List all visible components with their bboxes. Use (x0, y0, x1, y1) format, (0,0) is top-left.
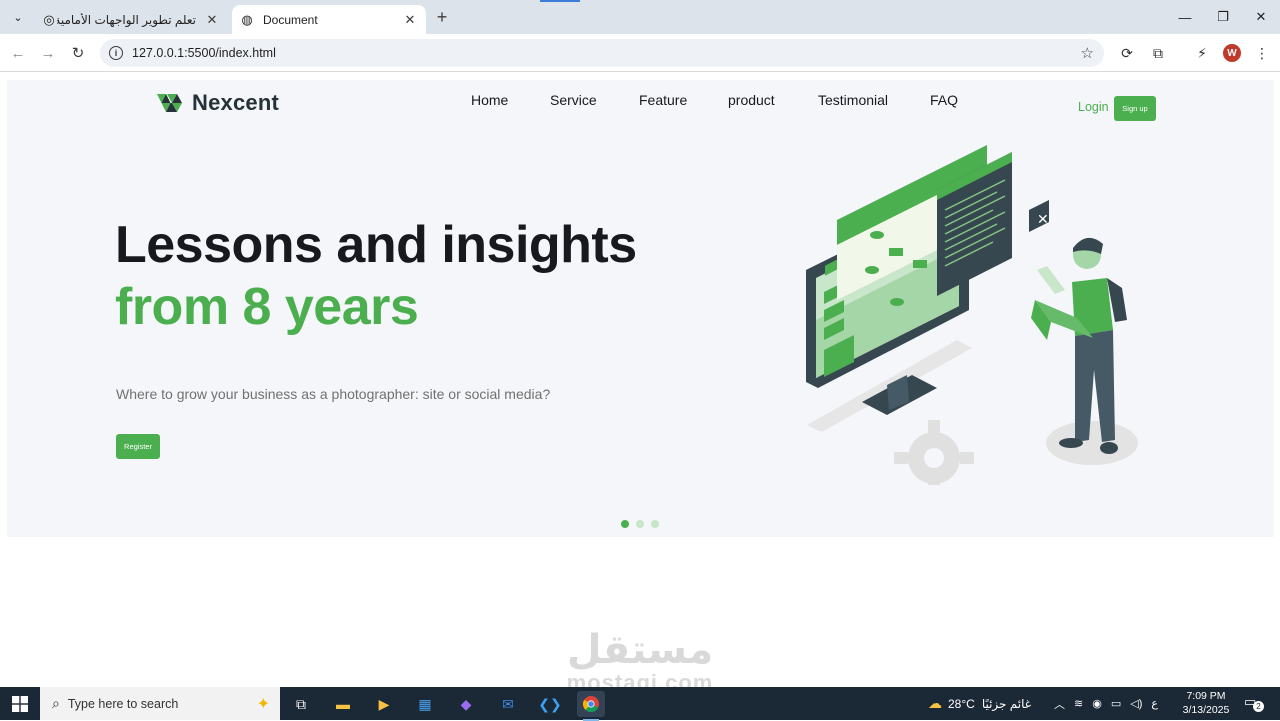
media-app-icon[interactable]: ▶ (370, 691, 398, 717)
taskbar-search[interactable]: ⌕ Type here to search ✦ (40, 687, 280, 720)
sync-icon[interactable]: ⟳ (1117, 43, 1137, 63)
browser-toolbar: ← → ↻ i 127.0.0.1:5500/index.html ☆ ⟳ ⧉ … (0, 34, 1280, 72)
close-icon[interactable]: ✕ (402, 12, 418, 28)
visual-studio-icon[interactable]: ◆ (452, 691, 480, 717)
svg-text:✕: ✕ (1037, 212, 1049, 228)
windows-logo-icon (12, 695, 28, 712)
wifi-icon[interactable]: ≋ (1074, 697, 1083, 710)
weather-cloud-icon: ☁ (928, 695, 942, 711)
address-bar[interactable]: i 127.0.0.1:5500/index.html ☆ (100, 39, 1104, 67)
reload-button[interactable]: ↻ (67, 42, 89, 64)
windows-taskbar: ⌕ Type here to search ✦ ⧉ ▬ ▶ ▦ ◆ ✉ ❮❯ ☁… (0, 687, 1280, 721)
window-close-button[interactable]: ✕ (1242, 0, 1280, 34)
register-button[interactable]: Register (116, 434, 160, 459)
tab-title: Document (263, 12, 318, 27)
nav-product[interactable]: product (728, 92, 775, 108)
site-info-icon[interactable]: i (109, 46, 123, 60)
clock-time: 7:09 PM (1186, 690, 1226, 702)
nav-feature[interactable]: Feature (639, 92, 687, 108)
tab-arabic-course[interactable]: ◎ تعلم تطوير الواجهات الأمامية ✕ (34, 5, 228, 34)
profile-avatar[interactable]: W (1223, 44, 1241, 62)
nav-home[interactable]: Home (471, 92, 508, 108)
hero-title-line2: from 8 years (115, 278, 419, 336)
menu-kebab-icon[interactable]: ⋮ (1252, 43, 1272, 63)
globe-icon: ◍ (241, 11, 253, 27)
hero-subtitle: Where to grow your business as a photogr… (116, 386, 551, 402)
tab-document[interactable]: ◍ Document ✕ (232, 5, 426, 34)
slider-dot[interactable] (636, 520, 644, 528)
weather-temp: 28°C (948, 696, 975, 711)
site-favicon-icon: ◎ (43, 11, 55, 27)
chevron-up-icon[interactable]: ︿ (1054, 696, 1065, 712)
clock[interactable]: 7:09 PM 3/13/2025 (1176, 689, 1236, 717)
chrome-icon[interactable] (577, 691, 605, 721)
tab-accent-bar (540, 0, 580, 2)
signup-button[interactable]: Sign up (1114, 96, 1156, 121)
slider-dot[interactable] (621, 520, 629, 528)
task-view-icon[interactable]: ⧉ (287, 691, 315, 717)
copilot-sparkle-icon[interactable]: ✦ (257, 694, 270, 714)
chevron-down-icon: ⌄ (13, 11, 23, 24)
back-button[interactable]: ← (7, 42, 29, 64)
nav-testimonial[interactable]: Testimonial (818, 92, 888, 108)
hero-title-line1: Lessons and insights (115, 216, 637, 274)
file-explorer-icon[interactable]: ▬ (329, 691, 357, 717)
start-button[interactable] (0, 687, 40, 720)
notifications-button[interactable]: ▭ 2 (1244, 694, 1264, 712)
bookmark-star-icon[interactable]: ☆ (1081, 44, 1094, 62)
weather-widget[interactable]: ☁ 28°C غائم جزئيًا (928, 687, 1031, 720)
search-placeholder: Type here to search (67, 696, 179, 711)
notification-badge: 2 (1253, 701, 1264, 712)
minimize-button[interactable]: — (1166, 0, 1204, 34)
battery-icon[interactable]: ▭ (1111, 697, 1121, 710)
slider-dot[interactable] (651, 520, 659, 528)
watermark: مستقل mostaqi.com (560, 628, 720, 694)
hero-section: Nexcent Home Service Feature product Tes… (7, 80, 1274, 537)
meet-icon[interactable]: ◉ (1092, 697, 1102, 710)
new-tab-button[interactable]: + (432, 8, 452, 28)
weather-desc: غائم جزئيًا (981, 696, 1032, 711)
language-indicator[interactable]: ع (1151, 697, 1158, 710)
forward-button[interactable]: → (37, 42, 59, 64)
close-icon[interactable]: ✕ (204, 12, 220, 28)
url-text[interactable]: 127.0.0.1:5500/index.html (132, 46, 276, 60)
clock-date: 3/13/2025 (1182, 704, 1230, 716)
nav-faq[interactable]: FAQ (930, 92, 958, 108)
chrome-logo-icon (583, 696, 599, 712)
extensions-icon[interactable]: ⧉ (1148, 43, 1168, 63)
vscode-icon[interactable]: ❮❯ (536, 691, 564, 717)
hero-illustration: ✕ (806, 145, 1138, 485)
tab-search-button[interactable]: ⌄ (7, 7, 29, 27)
restore-button[interactable]: ❐ (1204, 0, 1242, 34)
close-badge-icon: ✕ (1029, 200, 1049, 232)
performance-icon[interactable]: ⚡ (1192, 43, 1212, 63)
outlook-icon[interactable]: ✉ (494, 691, 522, 717)
login-link[interactable]: Login (1078, 100, 1109, 114)
watermark-arabic: مستقل (566, 628, 714, 672)
nav-service[interactable]: Service (550, 92, 597, 108)
search-icon: ⌕ (52, 695, 60, 711)
gear-icon (894, 420, 974, 485)
tab-strip: ⌄ ◎ تعلم تطوير الواجهات الأمامية ✕ ◍ Doc… (0, 0, 1280, 34)
tab-title: تعلم تطوير الواجهات الأمامية (57, 12, 196, 27)
store-icon[interactable]: ▦ (411, 691, 439, 717)
slider-dots (621, 520, 659, 528)
volume-icon[interactable]: ◁) (1130, 697, 1142, 710)
